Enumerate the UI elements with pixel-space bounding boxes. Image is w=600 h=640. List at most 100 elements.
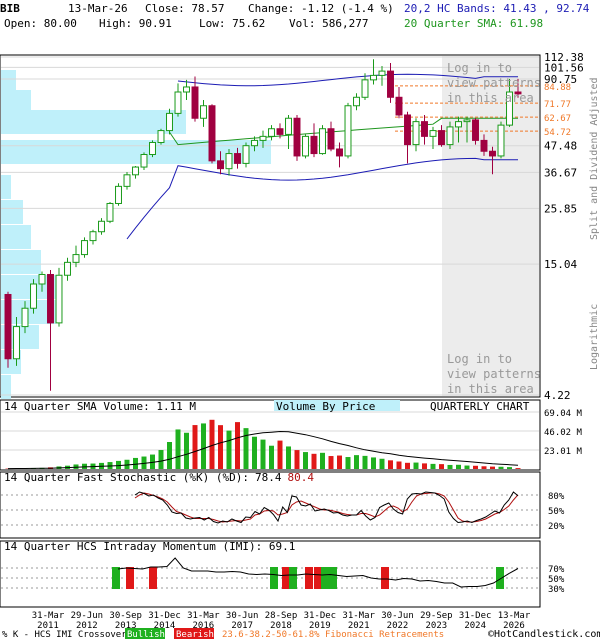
login-text-line: in this area bbox=[447, 91, 534, 105]
candle-body bbox=[81, 240, 88, 256]
candle-body bbox=[463, 119, 471, 123]
volume-bar bbox=[116, 460, 121, 469]
volume-bar bbox=[345, 457, 351, 469]
volume-bar bbox=[379, 458, 385, 469]
volume-bar bbox=[371, 457, 376, 469]
candle-body bbox=[268, 128, 275, 137]
volume-bar bbox=[252, 436, 257, 469]
stochastic-panel: 80% 50% 20% 14 Quarter Fast Stochastic (%K… bbox=[0, 471, 565, 539]
fib-label: 84.88 bbox=[544, 83, 571, 93]
volume-bar bbox=[498, 466, 504, 469]
imi-tick-label: 70% bbox=[548, 565, 565, 575]
bands-label: 20,2 HC Bands: 41.43 , 92.74 bbox=[404, 2, 590, 15]
candle-body bbox=[21, 307, 29, 328]
candle-body bbox=[140, 154, 148, 168]
candle-body bbox=[327, 128, 335, 150]
volume-bar bbox=[226, 430, 232, 469]
candle-body bbox=[302, 135, 309, 157]
x-axis-label: 31-Mar bbox=[187, 611, 220, 621]
candle-body bbox=[378, 70, 386, 76]
fib-legend: 23.6-38.2-50-61.8% Fibonacci Retracement… bbox=[222, 630, 444, 640]
candle-body bbox=[166, 112, 173, 132]
volume-bar bbox=[337, 455, 342, 469]
candle-body bbox=[30, 283, 37, 309]
high-label: High: 90.91 bbox=[99, 17, 172, 30]
volume-bar bbox=[422, 463, 427, 469]
imi-title: 14 Quarter HCS Intraday Momentum (IMI): … bbox=[4, 540, 295, 553]
candle-body bbox=[395, 96, 403, 116]
x-axis-label: 2024 bbox=[464, 621, 486, 631]
price-tick-label: 25.85 bbox=[544, 202, 577, 215]
volume-bar bbox=[184, 432, 189, 469]
stoch-d-value: 80.4 bbox=[288, 471, 315, 484]
candle-body bbox=[446, 126, 454, 146]
split-adjusted-label: Split and Dividend Adjusted bbox=[589, 77, 600, 240]
candle-body bbox=[319, 128, 326, 155]
volume-bar bbox=[464, 465, 470, 469]
candle-body bbox=[497, 124, 505, 157]
candle-body bbox=[200, 105, 207, 119]
login-text-line: view patterns bbox=[447, 76, 541, 90]
volume-bar bbox=[405, 462, 410, 469]
stochastic-tick-label: 80% bbox=[548, 492, 565, 502]
candle-body bbox=[353, 96, 360, 107]
crossover-signal bbox=[329, 567, 337, 589]
candle-body bbox=[336, 148, 343, 157]
imi-tick-label: 50% bbox=[548, 575, 565, 585]
crossover-label: % K - HCS IMI Crossover, bbox=[2, 630, 132, 640]
volume-bar bbox=[167, 442, 172, 469]
volume-bar bbox=[473, 465, 478, 469]
fib-label: 54.72 bbox=[544, 128, 571, 138]
x-axis-label: 31-Mar bbox=[32, 611, 65, 621]
volume-bar bbox=[175, 429, 181, 469]
candle-body bbox=[310, 135, 318, 155]
symbol-label: BIB bbox=[0, 2, 20, 15]
copyright[interactable]: ©HotCandlestick.com bbox=[488, 629, 600, 640]
volume-bar bbox=[260, 439, 266, 469]
x-axis-label: 28-Sep bbox=[265, 611, 298, 621]
volume-bar bbox=[490, 466, 495, 469]
stoch-k-value: 78.4 bbox=[255, 471, 282, 484]
volume-bar bbox=[218, 425, 223, 469]
crossover-signal bbox=[289, 567, 297, 589]
volume-axis-ticks: 69.04 M 46.02 M 23.01 M bbox=[544, 409, 583, 457]
vbp-bar bbox=[1, 175, 11, 199]
candle-body bbox=[472, 119, 479, 141]
bearish-label: Bearish bbox=[176, 630, 214, 640]
candle-body bbox=[157, 130, 165, 143]
volume-tick-label: 46.02 M bbox=[544, 428, 583, 438]
candle-body bbox=[370, 74, 377, 81]
login-text-line: in this area bbox=[447, 382, 534, 396]
candle-body bbox=[89, 231, 97, 242]
x-axis-label: 30-Sep bbox=[109, 611, 142, 621]
volume-bar bbox=[515, 468, 521, 469]
volume-bar bbox=[320, 452, 325, 469]
candle-body bbox=[72, 254, 80, 263]
x-axis-labels: 31-Mar201129-Jun201230-Sep201331-Dec2014… bbox=[32, 611, 531, 631]
vbp-bar bbox=[1, 200, 23, 224]
volume-bar bbox=[158, 450, 164, 469]
date-label: 13-Mar-26 bbox=[68, 2, 128, 15]
x-axis-label: 31-Dec bbox=[148, 611, 181, 621]
candle-body bbox=[208, 105, 216, 162]
candle-body bbox=[132, 166, 139, 176]
candle-body bbox=[421, 121, 428, 137]
crossover-signal bbox=[126, 567, 134, 589]
volume-bar bbox=[294, 450, 300, 469]
crossover-signal bbox=[381, 567, 389, 589]
logarithmic-label: Logarithmic bbox=[589, 304, 600, 370]
crossover-signal bbox=[270, 567, 278, 589]
change-label: Change: -1.12 (-1.4 %) bbox=[248, 2, 394, 15]
stochastic-axis-ticks: 80% 50% 20% bbox=[548, 492, 565, 532]
crossover-signal bbox=[321, 567, 329, 589]
candle-body bbox=[149, 141, 156, 156]
vol-label: Vol: 586,277 bbox=[289, 17, 368, 30]
candle-body bbox=[455, 121, 462, 128]
crossover-signal bbox=[149, 567, 157, 589]
crossover-signal bbox=[282, 567, 290, 589]
x-axis-label: 29-Jun bbox=[71, 611, 104, 621]
login-shade bbox=[442, 56, 539, 396]
candle-body bbox=[285, 117, 292, 135]
footer: % K - HCS IMI Crossover, Bullish Bearish… bbox=[2, 628, 600, 640]
candle-body bbox=[276, 128, 284, 135]
